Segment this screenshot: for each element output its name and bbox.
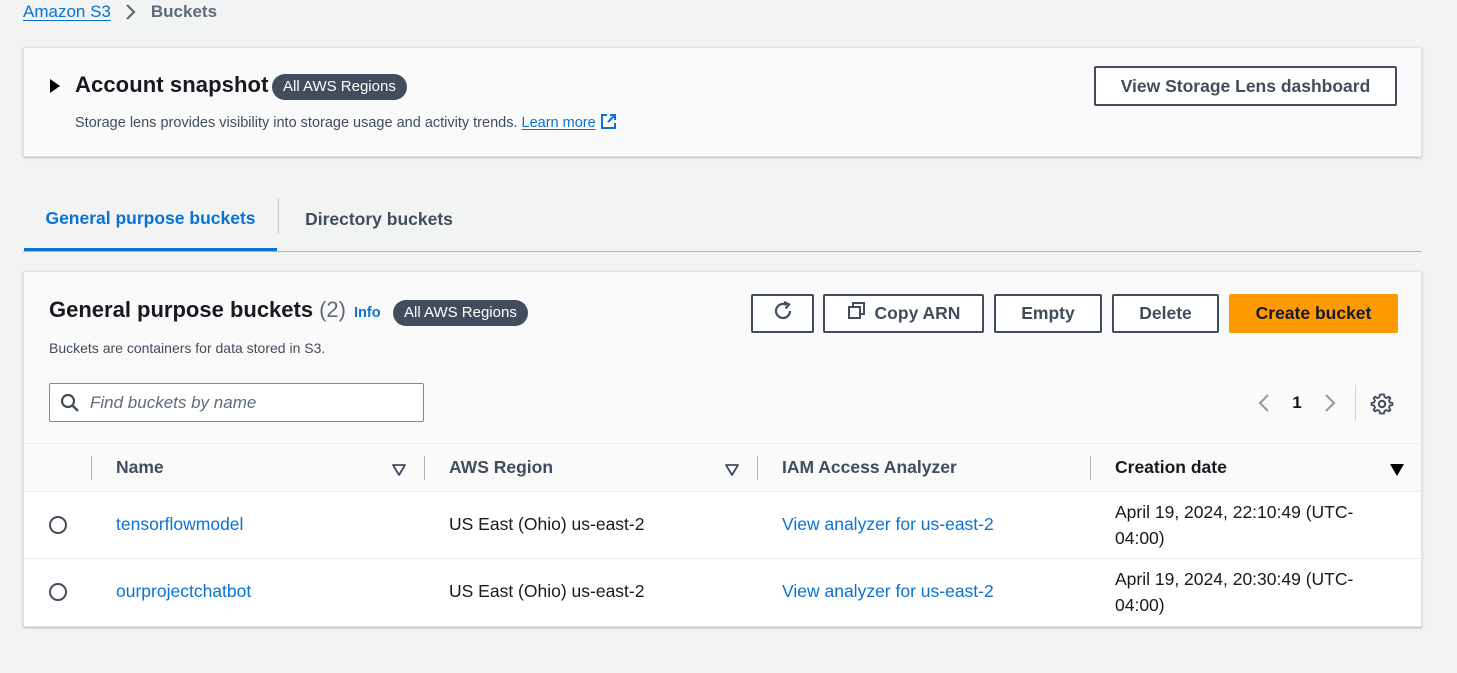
pagination: 1: [1251, 389, 1343, 417]
regions-badge: All AWS Regions: [393, 300, 528, 326]
account-snapshot-title[interactable]: Account snapshot: [75, 72, 269, 98]
breadcrumb-buckets: Buckets: [150, 2, 218, 21]
previous-page-icon[interactable]: [1251, 389, 1277, 417]
bucket-creation-date: April 19, 2024, 22:10:49 (UTC-04:00): [1115, 502, 1354, 548]
refresh-button[interactable]: [751, 294, 814, 333]
empty-button[interactable]: Empty: [994, 294, 1102, 333]
chevron-right-icon: [111, 1, 151, 23]
sort-descending-icon[interactable]: [1390, 463, 1404, 481]
table-row[interactable]: ourprojectchatbot US East (Ohio) us-east…: [24, 559, 1421, 626]
column-divider: [1090, 456, 1091, 480]
delete-button[interactable]: Delete: [1112, 294, 1219, 333]
breadcrumb: Amazon S3 Buckets: [23, 1, 217, 23]
expand-caret-icon[interactable]: [50, 79, 60, 93]
view-analyzer-link[interactable]: View analyzer for us-east-2: [782, 581, 994, 602]
column-header-name[interactable]: Name: [116, 444, 164, 491]
gear-icon[interactable]: [1369, 391, 1395, 417]
buckets-panel: General purpose buckets (2) Info All AWS…: [23, 271, 1422, 627]
account-snapshot-panel: Account snapshot All AWS Regions Storage…: [23, 47, 1422, 157]
column-header-analyzer: IAM Access Analyzer: [782, 457, 957, 477]
bucket-type-tabs: General purpose buckets Directory bucket…: [23, 188, 1422, 252]
column-header-region[interactable]: AWS Region: [449, 444, 553, 491]
sort-icon[interactable]: [725, 463, 739, 481]
column-divider: [91, 456, 92, 480]
table-row[interactable]: tensorflowmodel US East (Ohio) us-east-2…: [24, 492, 1421, 559]
refresh-icon: [772, 300, 794, 327]
row-select-radio[interactable]: [49, 583, 67, 601]
column-header-creation-date[interactable]: Creation date: [1115, 444, 1227, 491]
pagination-divider: [1355, 385, 1356, 421]
snapshot-description: Storage lens provides visibility into st…: [75, 113, 617, 134]
learn-more-link[interactable]: Learn more: [521, 113, 617, 134]
buckets-count: (2): [319, 297, 346, 322]
buckets-description: Buckets are containers for data stored i…: [49, 340, 326, 356]
next-page-icon[interactable]: [1317, 389, 1343, 417]
column-divider: [757, 456, 758, 480]
bucket-region: US East (Ohio) us-east-2: [449, 514, 645, 534]
bucket-name-link[interactable]: tensorflowmodel: [116, 514, 243, 535]
learn-more-label: Learn more: [521, 115, 596, 131]
snapshot-description-text: Storage lens provides visibility into st…: [75, 115, 518, 131]
search-icon: [50, 393, 90, 413]
copy-icon: [847, 301, 867, 326]
sort-icon[interactable]: [392, 463, 406, 481]
regions-badge: All AWS Regions: [272, 74, 407, 100]
row-select-radio[interactable]: [49, 516, 67, 534]
breadcrumb-amazon-s3[interactable]: Amazon S3: [23, 2, 111, 22]
info-link[interactable]: Info: [354, 305, 381, 321]
create-bucket-button[interactable]: Create bucket: [1229, 294, 1398, 333]
bucket-region: US East (Ohio) us-east-2: [449, 581, 645, 601]
copy-arn-label: Copy ARN: [874, 303, 961, 323]
table-header: Name AWS Region IAM Access Analyzer Crea…: [24, 443, 1421, 492]
copy-arn-button[interactable]: Copy ARN: [823, 294, 984, 333]
current-page[interactable]: 1: [1277, 393, 1317, 413]
tab-general-purpose[interactable]: General purpose buckets: [24, 188, 277, 251]
search-input[interactable]: [90, 392, 410, 413]
search-bar: [49, 383, 424, 422]
buckets-title-text: General purpose buckets: [49, 297, 314, 322]
view-analyzer-link[interactable]: View analyzer for us-east-2: [782, 514, 994, 535]
buckets-title: General purpose buckets (2): [49, 297, 346, 323]
tab-directory[interactable]: Directory buckets: [279, 188, 479, 251]
bucket-creation-date: April 19, 2024, 20:30:49 (UTC-04:00): [1115, 569, 1354, 615]
view-storage-lens-button[interactable]: View Storage Lens dashboard: [1094, 66, 1397, 106]
external-link-icon: [600, 113, 617, 134]
column-divider: [424, 456, 425, 480]
bucket-name-link[interactable]: ourprojectchatbot: [116, 581, 251, 602]
